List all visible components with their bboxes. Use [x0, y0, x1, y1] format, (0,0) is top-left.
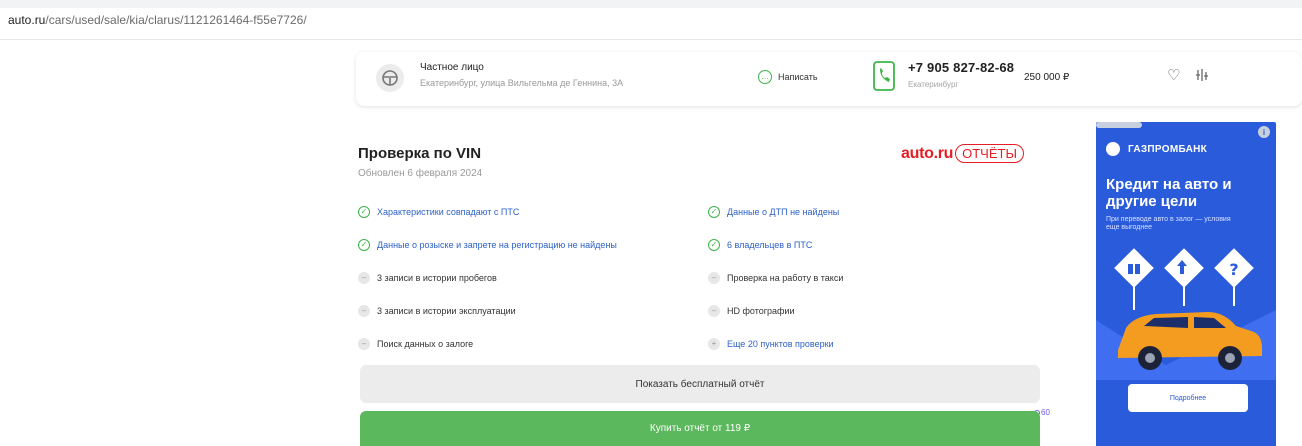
- autoru-logo-text: auto.ru: [901, 144, 954, 162]
- svg-text:?: ?: [1229, 260, 1238, 279]
- check-item: –3 записи в истории эксплуатации: [358, 305, 516, 317]
- bank-name: ГАЗПРОМБАНК: [1128, 143, 1208, 155]
- info-icon[interactable]: i: [1258, 126, 1270, 138]
- minus-circle-icon: –: [358, 305, 370, 317]
- phone-icon[interactable]: [872, 60, 896, 92]
- browser-address-bar[interactable]: auto.ru/cars/used/sale/kia/clarus/112126…: [0, 0, 1302, 40]
- write-message-button[interactable]: … Написать: [758, 70, 818, 84]
- gazprombank-logo-icon: [1106, 142, 1120, 156]
- seller-avatar: [376, 64, 404, 92]
- check-circle-icon: ✓: [358, 206, 370, 218]
- price-label: 250 000 ₽: [1024, 72, 1070, 83]
- check-item: ✓ Характеристики совпадают с ПТС: [358, 206, 519, 218]
- autoru-reports-logo: auto.ru ОТЧЁТЫ: [901, 144, 1024, 163]
- write-label: Написать: [778, 72, 818, 82]
- ad-headline: Кредит на авто и другие цели: [1106, 176, 1232, 210]
- minus-circle-icon: –: [708, 305, 720, 317]
- check-item: ✓ 6 владельцев в ПТС: [708, 239, 812, 251]
- seller-card: Частное лицо Екатеринбург, улица Вильгел…: [356, 52, 1302, 106]
- bank-logo: ГАЗПРОМБАНК: [1106, 142, 1207, 156]
- reports-pill: ОТЧЁТЫ: [955, 144, 1024, 163]
- seller-address: Екатеринбург, улица Вильгельма де Геннин…: [420, 78, 624, 88]
- chat-bubble-icon: …: [758, 70, 772, 84]
- road-sign-icon: [1114, 248, 1154, 310]
- buy-report-button[interactable]: Купить отчёт от 119 ₽: [360, 411, 1040, 446]
- check-circle-icon: ✓: [708, 239, 720, 251]
- check-circle-icon: ✓: [708, 206, 720, 218]
- ad-label-bar: [1096, 122, 1142, 128]
- ad-subline: При переводе авто в залог — условия еще …: [1106, 216, 1231, 231]
- heart-icon[interactable]: ♡: [1167, 66, 1180, 84]
- minus-circle-icon: –: [358, 338, 370, 350]
- more-checks-link[interactable]: + Еще 20 пунктов проверки: [708, 338, 834, 350]
- seller-phone[interactable]: +7 905 827-82-68: [908, 60, 1014, 75]
- road-sign-icon: ?: [1214, 248, 1254, 306]
- minus-circle-icon: –: [708, 272, 720, 284]
- url-domain: auto.ru: [8, 13, 46, 27]
- show-free-report-button[interactable]: Показать бесплатный отчёт: [360, 365, 1040, 403]
- phone-note: Екатеринбург: [908, 80, 959, 89]
- vin-updated: Обновлен 6 февраля 2024: [358, 168, 483, 179]
- compare-icon[interactable]: [1195, 68, 1209, 82]
- vin-check-section: Проверка по VIN Обновлен 6 февраля 2024 …: [358, 130, 1052, 446]
- url-path: /cars/used/sale/kia/clarus/1121261464-f5…: [45, 13, 307, 27]
- check-item: ✓ Данные о розыске и запрете на регистрац…: [358, 239, 617, 251]
- url-text[interactable]: auto.ru/cars/used/sale/kia/clarus/112126…: [8, 13, 307, 27]
- check-item: – HD фотографии: [708, 305, 795, 317]
- check-item: –3 записи в истории пробегов: [358, 272, 497, 284]
- steering-wheel-icon: [382, 70, 398, 86]
- vin-title: Проверка по VIN: [358, 145, 482, 162]
- plus-circle-icon: +: [708, 338, 720, 350]
- seller-name: Частное лицо: [420, 62, 484, 73]
- ad-more-button[interactable]: Подробнее: [1128, 384, 1248, 412]
- check-circle-icon: ✓: [358, 239, 370, 251]
- car-illustration: ?: [1096, 248, 1276, 380]
- road-sign-icon: [1164, 248, 1204, 306]
- minus-circle-icon: –: [358, 272, 370, 284]
- check-item: ✓ Данные о ДТП не найдены: [708, 206, 839, 218]
- check-item: – Проверка на работу в такси: [708, 272, 843, 284]
- bank-ad-banner[interactable]: i ГАЗПРОМБАНК Кредит на авто и другие це…: [1096, 122, 1276, 446]
- browser-top-strip: [0, 0, 1302, 8]
- check-item: – Поиск данных о залоге: [358, 338, 473, 350]
